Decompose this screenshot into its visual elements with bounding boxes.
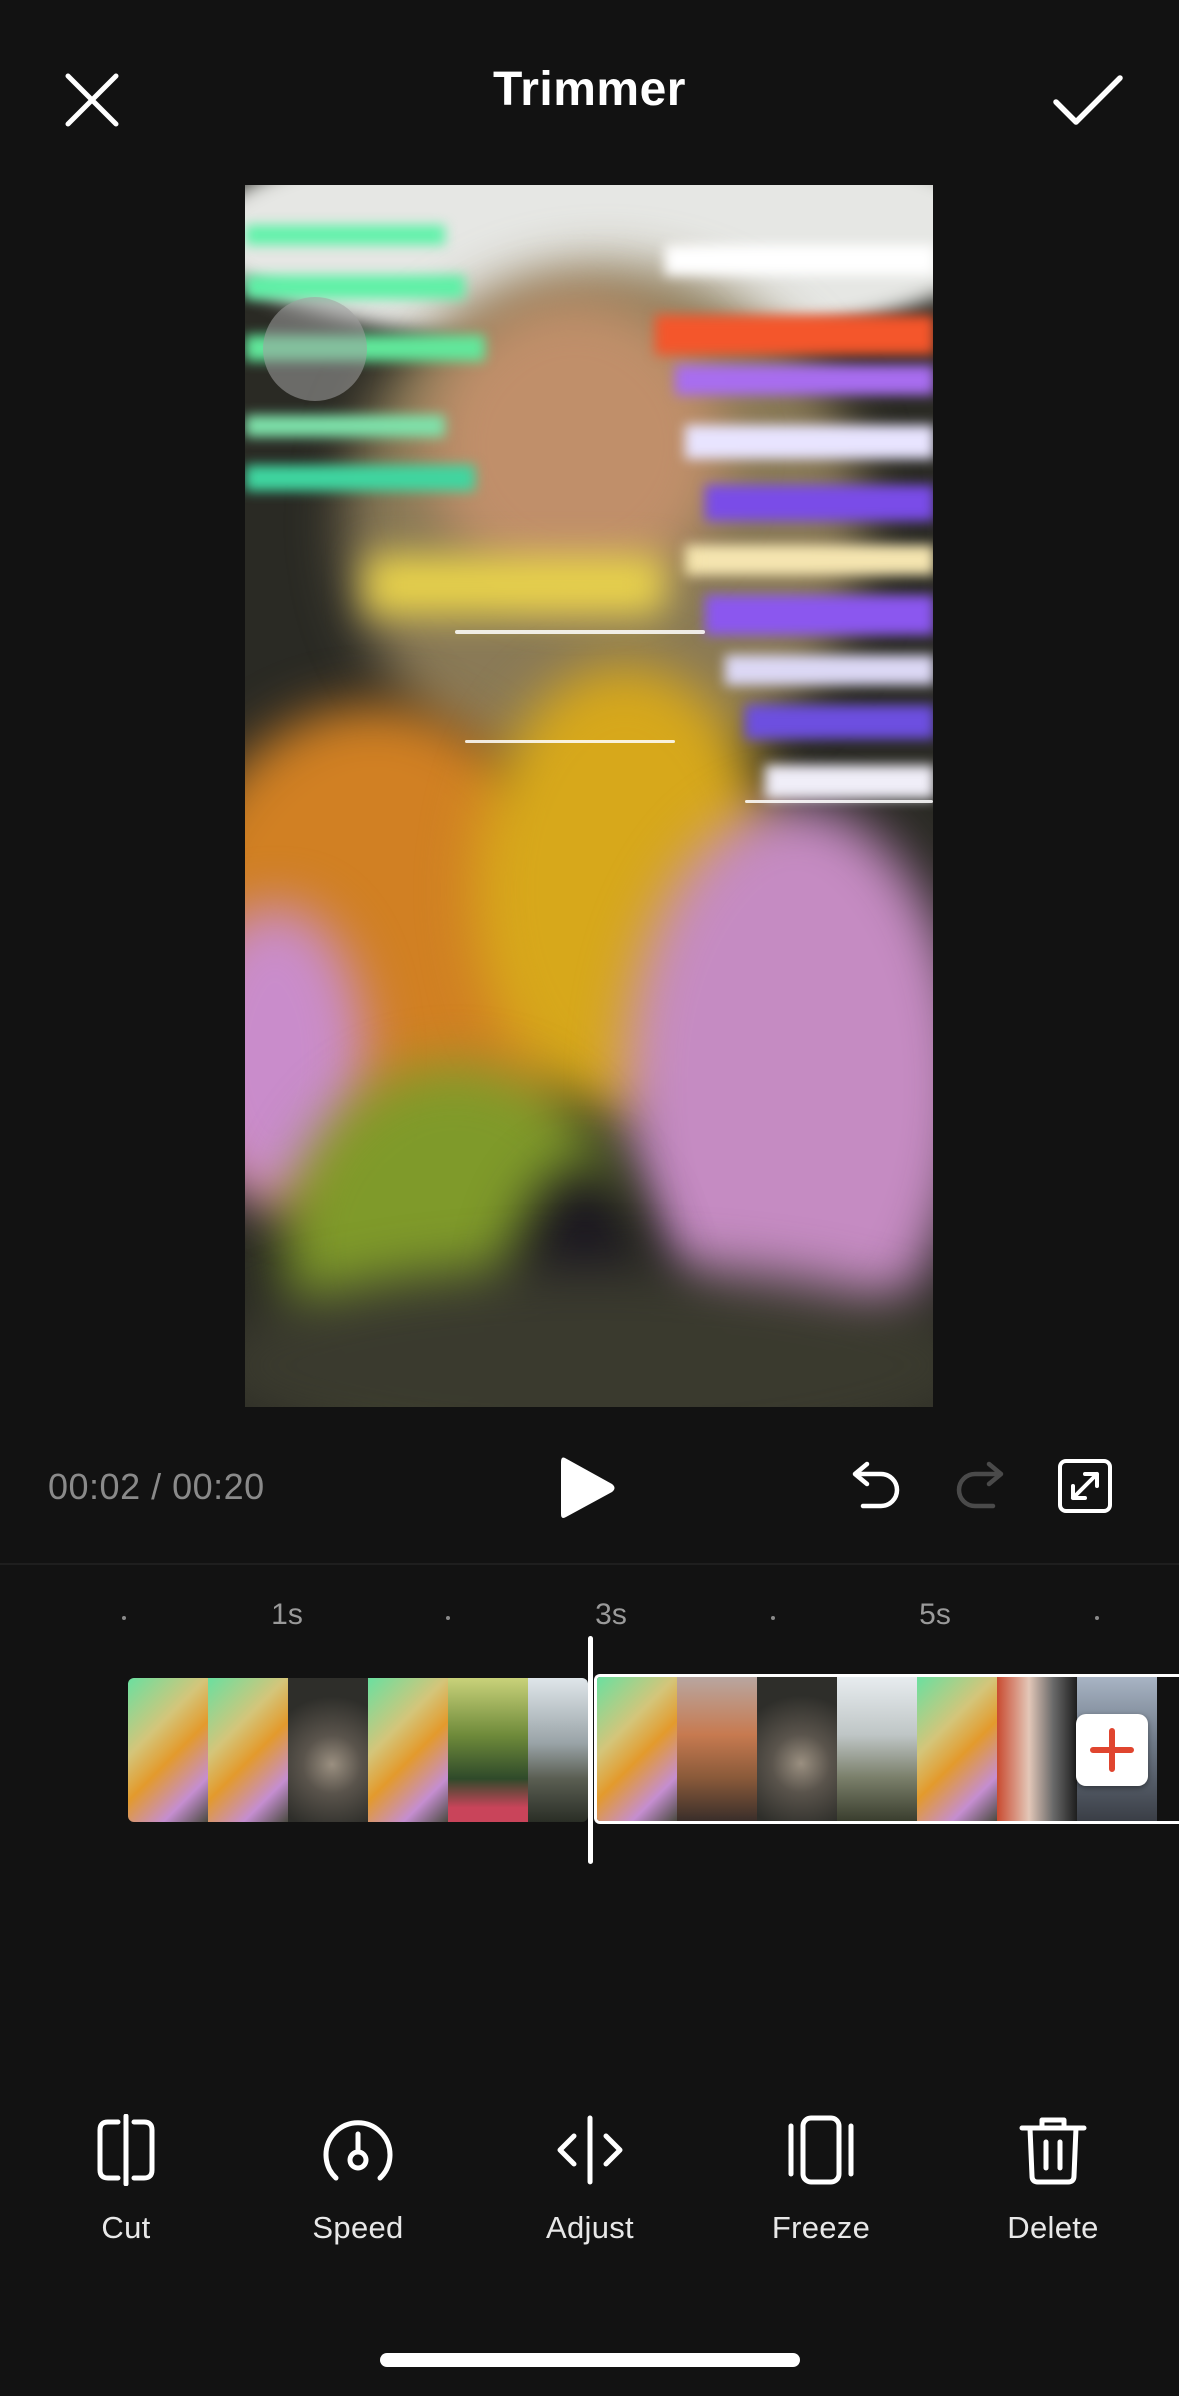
play-button[interactable] [548,1443,628,1533]
total-time: 00:20 [172,1466,265,1507]
clip-thumbnail [837,1677,917,1821]
cut-label: Cut [101,2210,151,2245]
freeze-icon [788,2115,854,2185]
ruler-dot [122,1616,126,1620]
clip-thumbnail [677,1677,757,1821]
timeline-clip[interactable] [128,1678,588,1822]
ruler-dot [446,1616,450,1620]
clip-thumbnail [997,1677,1077,1821]
clip-thumbnail [597,1677,677,1821]
undo-icon [852,1461,900,1509]
delete-label: Delete [1007,2210,1099,2245]
clip-thumbnail [128,1678,208,1822]
speed-label: Speed [312,2210,404,2245]
clip-thumbnail [528,1678,588,1822]
confirm-button[interactable] [1040,52,1136,148]
video-preview[interactable] [245,185,933,1407]
split-icon [97,2114,155,2186]
time-display: 00:02 / 00:20 [48,1466,265,1508]
clip-thumbnail [917,1677,997,1821]
redo-icon [956,1461,1004,1509]
clip-thumbnail [757,1677,837,1821]
play-icon [561,1457,615,1518]
clip-thumbnail [448,1678,528,1822]
speed-tool[interactable]: Speed [278,2108,438,2246]
delete-tool[interactable]: Delete [973,2108,1133,2246]
current-time: 00:02 [48,1466,141,1507]
time-separator: / [140,1466,173,1507]
freeze-tool[interactable]: Freeze [741,2108,901,2246]
clip-thumbnail [208,1678,288,1822]
checkmark-icon [1053,75,1123,125]
clip-thumbnail [288,1678,368,1822]
touch-indicator [263,297,367,401]
freeze-label: Freeze [771,2210,871,2245]
undo-button[interactable] [840,1451,910,1521]
ruler-tick-5s: 5s [919,1598,951,1631]
adjust-icon [557,2115,623,2185]
ruler-tick-3s: 3s [595,1598,627,1631]
divider [0,1563,1179,1565]
redo-button[interactable] [946,1451,1016,1521]
speedometer-icon [323,2120,393,2181]
cut-tool[interactable]: Cut [46,2108,206,2246]
ruler-dot [1095,1616,1099,1620]
playhead[interactable] [588,1636,593,1864]
add-clip-button[interactable] [1076,1714,1148,1786]
trash-icon [1019,2117,1087,2185]
adjust-tool[interactable]: Adjust [510,2108,670,2246]
plus-icon [1090,1728,1134,1772]
ruler-dot [771,1616,775,1620]
home-indicator[interactable] [380,2353,800,2367]
page-title: Trimmer [493,63,686,116]
fullscreen-icon [1058,1459,1112,1513]
fullscreen-button[interactable] [1050,1451,1120,1521]
ruler-tick-1s: 1s [271,1598,303,1631]
adjust-label: Adjust [546,2210,634,2245]
clip-thumbnail [368,1678,448,1822]
